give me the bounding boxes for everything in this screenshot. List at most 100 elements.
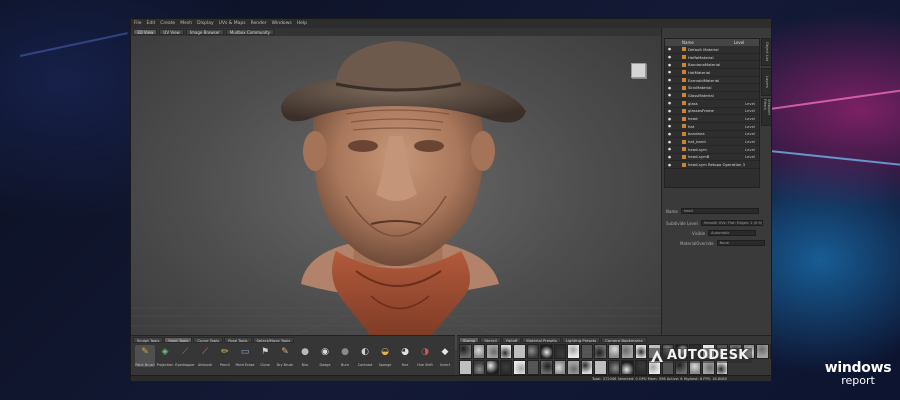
shelf-tab-select-move-tools[interactable]: Select/Move Tools	[252, 336, 295, 343]
visibility-eye-icon[interactable]: ●	[668, 132, 674, 136]
tool-clone[interactable]: ⚑ Clone	[255, 345, 275, 367]
object-list-row[interactable]: ● HeffaMaterial	[665, 54, 759, 62]
tool-burn[interactable]: ● Burn	[335, 345, 355, 367]
tab-uv-view[interactable]: UV View	[159, 29, 184, 35]
column-name-header[interactable]: Name	[682, 40, 694, 45]
tool-hue[interactable]: ◕ Hue	[395, 345, 415, 367]
stamp-tab-stencil[interactable]: Stencil	[480, 336, 502, 343]
stamp-thumbnail[interactable]	[486, 360, 499, 375]
object-list-row[interactable]: ● head-symB Level	[665, 154, 759, 162]
stamp-tab-lighting-presets[interactable]: Lighting Presets	[561, 336, 601, 343]
object-list-row[interactable]: ● head-sym Retopo Operation 3	[665, 161, 759, 169]
tool-dodge[interactable]: ◉ Dodge	[315, 345, 335, 367]
stamp-thumbnail[interactable]	[459, 344, 472, 359]
stamp-thumbnail[interactable]	[526, 344, 539, 359]
stamp-thumbnail[interactable]	[621, 360, 634, 375]
tool-contrast[interactable]: ◐ Contrast	[355, 345, 375, 367]
shelf-tab-curve-tools[interactable]: Curve Tools	[193, 336, 224, 343]
menu-item-file[interactable]: File	[134, 21, 142, 26]
tool-sponge[interactable]: ◒ Sponge	[375, 345, 395, 367]
subdivide-field[interactable]: Smooth UVs: Flat: Edges: 1 (0:9)	[700, 220, 763, 226]
3d-viewport[interactable]	[131, 36, 661, 350]
view-cube[interactable]	[631, 63, 646, 78]
stamp-thumbnail[interactable]	[634, 360, 647, 375]
stamp-thumbnail[interactable]	[472, 360, 485, 375]
stamp-tab-stamp[interactable]: Stamp	[459, 336, 480, 343]
object-list-row[interactable]: ● hat_band Level	[665, 138, 759, 146]
object-list-row[interactable]: ● SkinMaterial	[665, 84, 759, 93]
visibility-eye-icon[interactable]: ●	[668, 163, 674, 167]
menu-item-mesh[interactable]: Mesh	[180, 21, 192, 26]
tab-image-browser[interactable]: Image Browser	[185, 29, 224, 35]
shelf-tab-pose-tools[interactable]: Pose Tools	[224, 336, 252, 343]
visibility-eye-icon[interactable]: ●	[668, 70, 674, 74]
stamp-thumbnail[interactable]	[580, 344, 593, 359]
visibility-eye-icon[interactable]: ●	[668, 93, 674, 97]
stamp-tab-camera-bookmarks[interactable]: Camera Bookmarks	[601, 336, 647, 343]
tool-hue-shift[interactable]: ◑ Hue Shift	[415, 345, 435, 367]
object-list-row[interactable]: ● BandanaMaterial	[665, 61, 759, 70]
stamp-thumbnail[interactable]	[607, 344, 620, 359]
visibility-eye-icon[interactable]: ●	[668, 124, 674, 128]
stamp-thumbnail[interactable]	[459, 360, 472, 375]
stamp-thumbnail[interactable]	[540, 360, 553, 375]
visible-dropdown[interactable]: Automatic	[708, 230, 757, 236]
stamp-thumbnail[interactable]	[594, 344, 607, 359]
tab-3d-view[interactable]: 3D View	[133, 29, 158, 35]
visibility-eye-icon[interactable]: ●	[668, 55, 674, 59]
menu-item-help[interactable]: Help	[297, 21, 307, 26]
stamp-tab-falloff[interactable]: Falloff	[502, 336, 522, 343]
stamp-thumbnail[interactable]	[567, 344, 580, 359]
column-level-header[interactable]: Level	[734, 40, 745, 45]
material-override-dropdown[interactable]: None	[716, 240, 765, 246]
menu-item-display[interactable]: Display	[197, 21, 214, 26]
menu-item-create[interactable]: Create	[160, 21, 175, 26]
stamp-thumbnail[interactable]	[553, 344, 566, 359]
stamp-thumbnail[interactable]	[621, 344, 634, 359]
object-list-row[interactable]: ● head Level	[665, 115, 759, 123]
stamp-thumbnail[interactable]	[513, 360, 526, 375]
tool-pencil[interactable]: ✏ Pencil	[215, 345, 235, 367]
stamp-thumbnail[interactable]	[594, 360, 607, 375]
visibility-eye-icon[interactable]: ●	[668, 47, 674, 51]
side-tab-viewport-filters[interactable]: Viewport Filters	[761, 98, 771, 126]
menu-item-render[interactable]: Render	[251, 21, 267, 26]
object-list-row[interactable]: ● glassesFrame Level	[665, 108, 759, 116]
visibility-eye-icon[interactable]: ●	[668, 140, 674, 144]
object-list-row[interactable]: ● GlassMaterial	[665, 92, 759, 100]
side-tab-layers[interactable]: Layers	[761, 68, 771, 96]
object-list-row[interactable]: ● Default Material	[665, 46, 759, 54]
tool-blur[interactable]: ● Blur	[295, 345, 315, 367]
visibility-eye-icon[interactable]: ●	[668, 155, 674, 159]
stamp-thumbnail[interactable]	[634, 344, 647, 359]
object-list-row[interactable]: ● bandana Level	[665, 131, 759, 139]
stamp-thumbnail[interactable]	[769, 344, 771, 359]
stamp-thumbnail[interactable]	[472, 344, 485, 359]
object-list-row[interactable]: ● glass Level	[665, 100, 759, 108]
tool-eyedropper[interactable]: ⟋ Eyedropper	[175, 345, 195, 367]
tool-dry-brush[interactable]: ✎ Dry Brush	[275, 345, 295, 367]
stamp-thumbnail[interactable]	[580, 360, 593, 375]
object-list-row[interactable]: ● head-sym Level	[665, 146, 759, 154]
stamp-thumbnail[interactable]	[567, 360, 580, 375]
name-field[interactable]: head	[680, 208, 759, 214]
stamp-thumbnail[interactable]	[553, 360, 566, 375]
visibility-eye-icon[interactable]: ●	[668, 101, 674, 105]
tool-projection[interactable]: ◈ Projection	[155, 345, 175, 367]
stamp-thumbnail[interactable]	[756, 344, 769, 359]
shelf-tab-sculpt-tools[interactable]: Sculpt Tools	[133, 336, 164, 343]
tab-mudbox-community[interactable]: Mudbox Community	[225, 29, 275, 35]
visibility-eye-icon[interactable]: ●	[668, 63, 674, 67]
tool-paint-erase[interactable]: ▭ Paint Erase	[235, 345, 255, 367]
stamp-thumbnail[interactable]	[486, 344, 499, 359]
stamp-thumbnail[interactable]	[526, 360, 539, 375]
menu-item-uvs-maps[interactable]: UVs & Maps	[219, 21, 246, 26]
stamp-thumbnail[interactable]	[499, 360, 512, 375]
visibility-eye-icon[interactable]: ●	[668, 109, 674, 113]
side-tab-object-list[interactable]: Object List	[761, 38, 771, 66]
stamp-thumbnail[interactable]	[540, 344, 553, 359]
visibility-eye-icon[interactable]: ●	[668, 147, 674, 151]
stamp-thumbnail[interactable]	[607, 360, 620, 375]
visibility-eye-icon[interactable]: ●	[668, 86, 674, 90]
object-list-row[interactable]: ● hat Level	[665, 123, 759, 131]
